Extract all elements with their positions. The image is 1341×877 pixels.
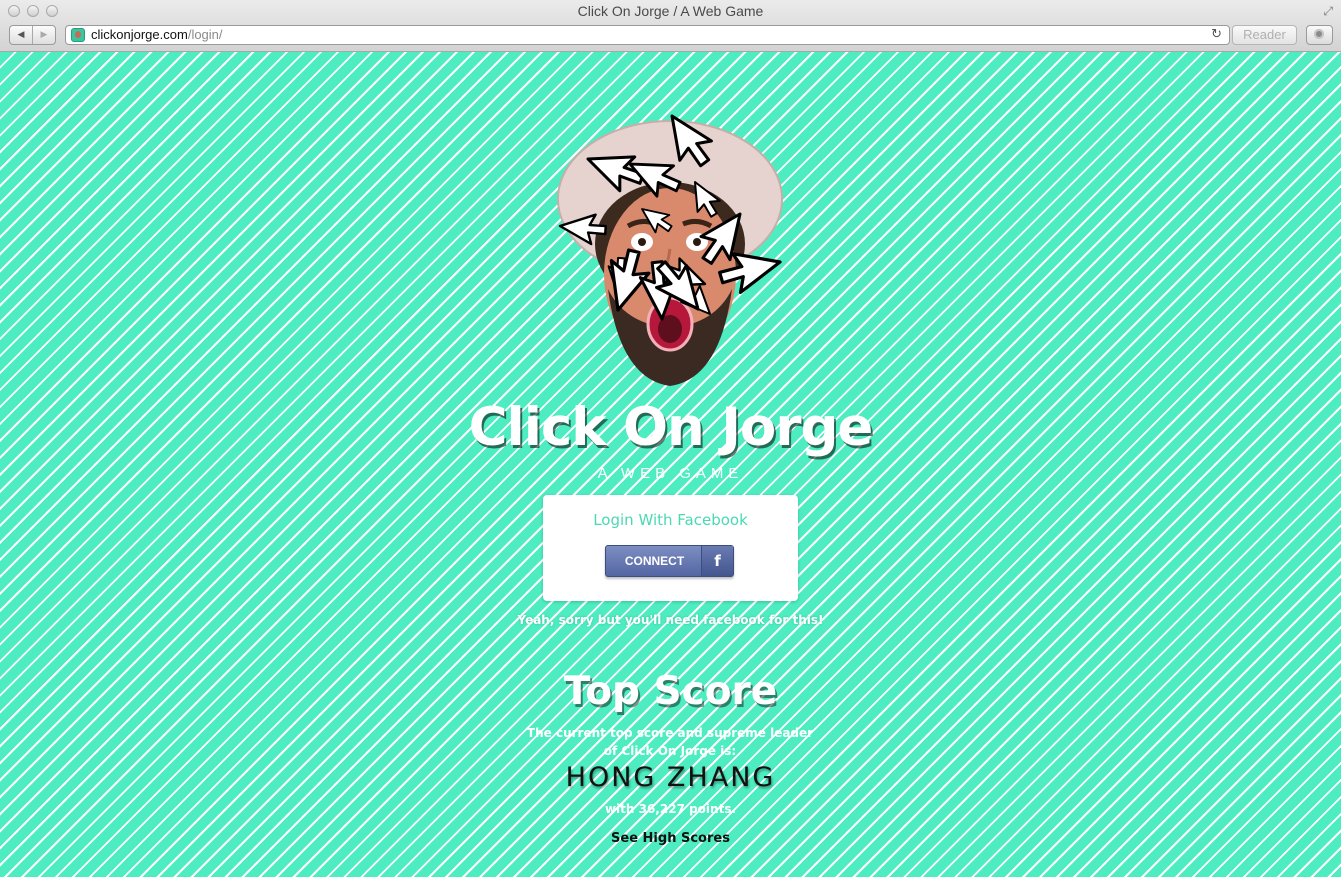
leader-points: with 36,227 points. bbox=[604, 802, 737, 816]
jorge-face-image[interactable] bbox=[530, 114, 820, 389]
favicon-icon bbox=[71, 28, 85, 42]
reader-button[interactable]: Reader bbox=[1232, 25, 1297, 45]
address-bar[interactable]: clickonjorge.com/login/ ↻ bbox=[65, 25, 1230, 45]
connect-label: CONNECT bbox=[624, 554, 685, 568]
url-host: clickonjorge.com bbox=[91, 27, 188, 42]
window-title: Click On Jorge / A Web Game bbox=[577, 3, 764, 19]
forward-icon: ▶ bbox=[40, 30, 48, 40]
login-heading: Login With Facebook bbox=[593, 511, 748, 529]
facebook-required-note: Yeah, sorry but you'll need facebook for… bbox=[517, 613, 824, 627]
site-subtitle: A WEB GAME bbox=[597, 465, 744, 482]
see-high-scores-link[interactable]: See High Scores bbox=[0, 831, 1341, 846]
top-score-heading: Top Score bbox=[563, 669, 778, 714]
facebook-icon: f bbox=[701, 546, 733, 576]
downloads-icon[interactable] bbox=[1306, 25, 1333, 45]
reload-icon[interactable]: ↻ bbox=[1211, 27, 1222, 42]
navigation-buttons: ◀ ▶ bbox=[9, 25, 56, 45]
url-path: /login/ bbox=[187, 27, 223, 42]
url-text[interactable]: clickonjorge.com/login/ bbox=[91, 27, 223, 42]
page-content: Click On Jorge A WEB GAME Login With Fac… bbox=[0, 52, 1341, 877]
fullscreen-icon[interactable]: ⤢ bbox=[1323, 4, 1333, 19]
forward-button[interactable]: ▶ bbox=[32, 26, 55, 44]
leader-description: The current top score and supreme leader… bbox=[526, 726, 814, 758]
site-title: Click On Jorge bbox=[468, 397, 874, 458]
facebook-connect-button[interactable]: CONNECT f bbox=[605, 545, 734, 577]
back-button[interactable]: ◀ bbox=[10, 26, 32, 44]
browser-toolbar: Click On Jorge / A Web Game ⤢ ◀ ▶ clicko… bbox=[0, 0, 1341, 52]
login-card: Login With Facebook CONNECT f bbox=[543, 495, 798, 601]
back-icon: ◀ bbox=[17, 30, 25, 40]
leader-name: HONG ZHANG bbox=[565, 762, 776, 793]
